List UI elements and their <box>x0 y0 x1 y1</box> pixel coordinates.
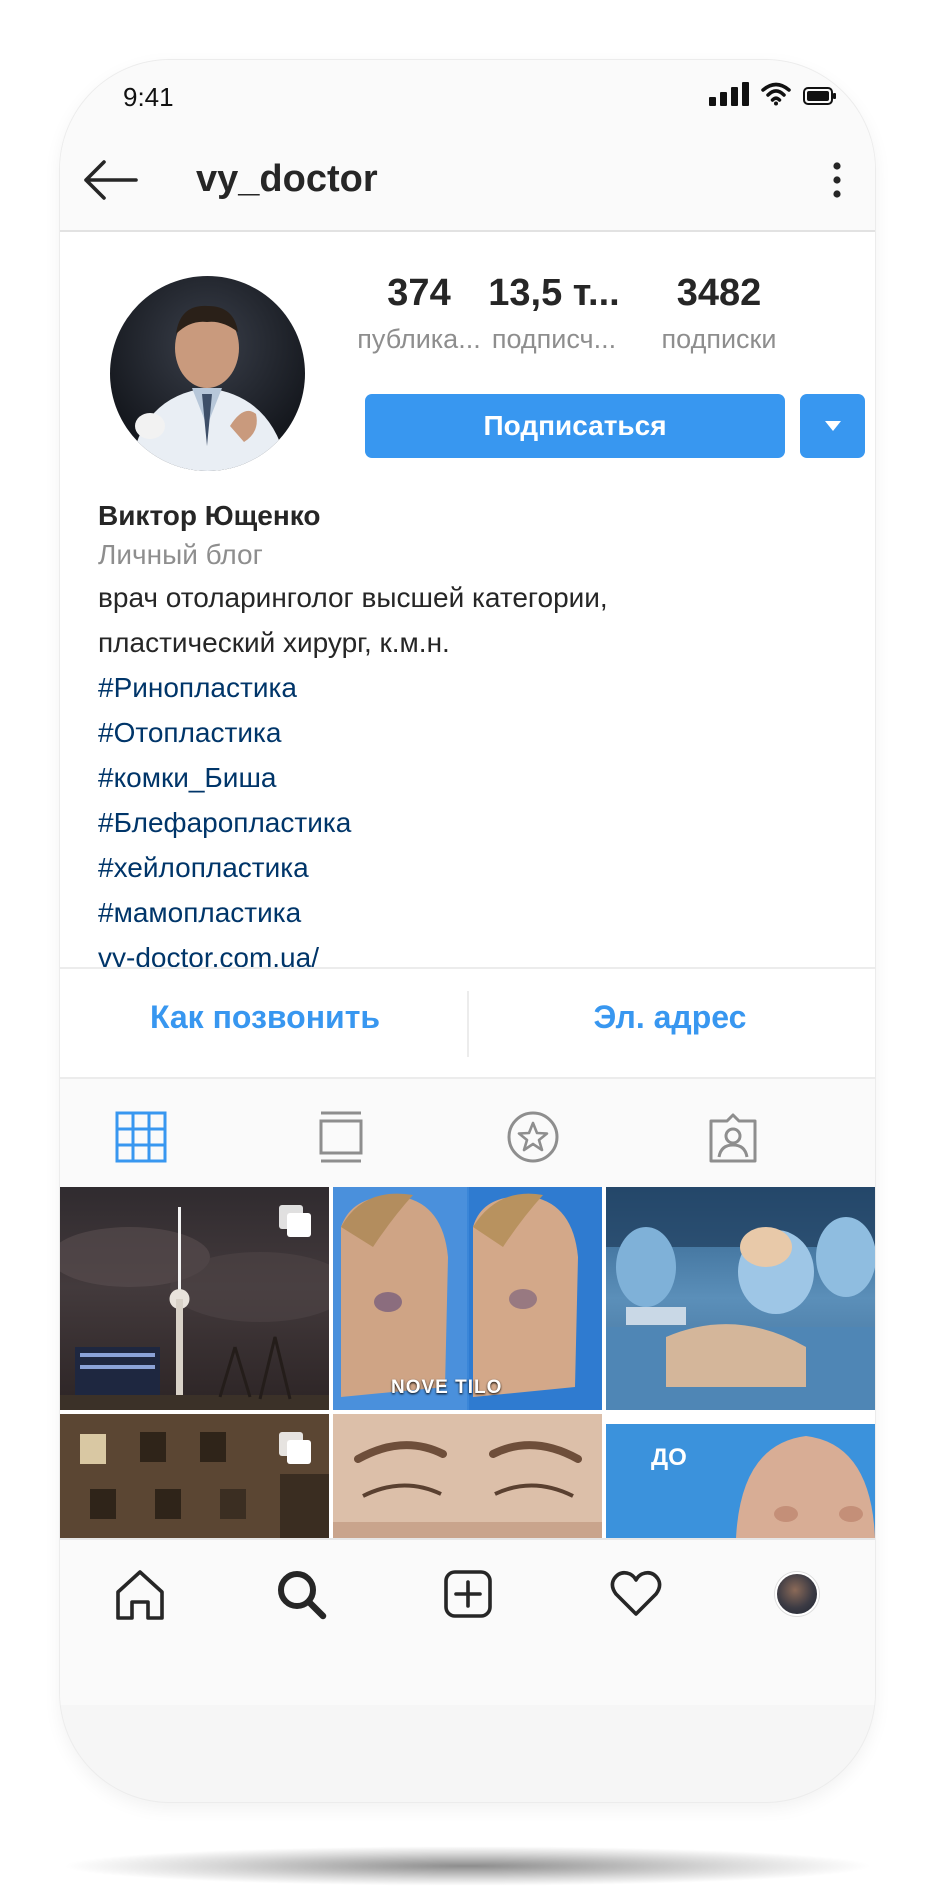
profile-header: vy_doctor <box>60 130 875 232</box>
post-thumbnail[interactable] <box>606 1187 875 1410</box>
follow-button[interactable]: Подписаться <box>365 394 785 458</box>
suggestions-dropdown-button[interactable] <box>800 394 865 458</box>
post-image <box>606 1187 875 1410</box>
post-thumbnail[interactable] <box>60 1414 329 1538</box>
bottom-navigation <box>60 1538 875 1646</box>
bio-category: Личный блог <box>98 539 263 570</box>
profile-section: 374 публика... 13,5 т... подписч... 3482… <box>60 232 875 973</box>
tagged-icon[interactable] <box>705 1109 761 1165</box>
bio-description-line: пластический хирург, к.м.н. <box>98 627 450 658</box>
multiple-photos-icon <box>279 1432 311 1464</box>
feed-icon[interactable] <box>313 1109 369 1165</box>
stat-following-label: подписки <box>661 324 777 354</box>
notch <box>238 60 704 126</box>
multiple-photos-icon <box>279 1205 311 1237</box>
caret-down-icon <box>824 421 841 431</box>
status-bar: 9:41 <box>60 60 875 130</box>
back-arrow-icon[interactable] <box>82 158 140 202</box>
avatar-portrait <box>130 305 288 471</box>
hashtag-link[interactable]: #Отопластика <box>98 710 838 755</box>
post-thumbnail[interactable]: NOVE TILO <box>333 1187 602 1410</box>
bio-name: Виктор Ющенко <box>98 500 321 531</box>
status-time: 9:41 <box>123 82 174 112</box>
home-icon[interactable] <box>112 1566 168 1622</box>
header-username: vy_doctor <box>196 158 378 200</box>
stat-following[interactable]: 3482 подписки <box>644 270 794 356</box>
heart-icon[interactable] <box>608 1566 664 1622</box>
status-icons <box>709 82 837 106</box>
more-options-icon[interactable] <box>831 160 843 200</box>
profile-avatar-nav[interactable] <box>775 1572 819 1616</box>
hashtag-link[interactable]: #Ринопластика <box>98 665 838 710</box>
phone-shadow <box>60 1846 875 1886</box>
battery-icon <box>803 87 836 105</box>
stat-following-count: 3482 <box>676 272 762 314</box>
post-overlay-text: ДО <box>651 1444 687 1471</box>
call-button[interactable]: Как позвонить <box>115 999 415 1036</box>
stat-posts-label: публика... <box>357 324 481 354</box>
profile-bio: Виктор Ющенко Личный блог врач отоларинг… <box>98 497 838 980</box>
profile-avatar[interactable] <box>110 276 305 471</box>
stat-followers-count: 13,5 т... <box>488 272 620 314</box>
profile-stats: 374 публика... 13,5 т... подписч... 3482… <box>354 270 844 360</box>
stat-posts[interactable]: 374 публика... <box>344 270 494 356</box>
hashtag-link[interactable]: #хейлопластика <box>98 845 838 890</box>
hashtag-link[interactable]: #мамопластика <box>98 890 838 935</box>
post-thumbnail[interactable] <box>333 1414 602 1538</box>
posts-grid: NOVE TILO ДО <box>60 1187 875 1538</box>
contact-divider <box>467 991 469 1057</box>
stat-posts-count: 374 <box>387 272 451 314</box>
email-button[interactable]: Эл. адрес <box>510 999 830 1036</box>
stat-followers-label: подписч... <box>491 324 617 354</box>
bio-description-line: врач отоларинголог высшей категории, <box>98 582 608 613</box>
contact-actions: Как позвонить Эл. адрес <box>60 967 875 1079</box>
star-icon[interactable] <box>505 1109 561 1165</box>
signal-icon <box>709 82 749 106</box>
hashtag-link[interactable]: #комки_Биша <box>98 755 838 800</box>
screen: 9:41 vy_doctor 374 публика... 13,5 т... … <box>60 60 875 1705</box>
add-post-icon[interactable] <box>440 1566 496 1622</box>
post-image <box>333 1414 602 1538</box>
stat-followers[interactable]: 13,5 т... подписч... <box>479 270 629 356</box>
post-image <box>606 1414 875 1538</box>
hashtag-link[interactable]: #Блефаропластика <box>98 800 838 845</box>
profile-tabs <box>60 1079 875 1187</box>
post-thumbnail[interactable] <box>60 1187 329 1410</box>
post-thumbnail[interactable]: ДО <box>606 1414 875 1538</box>
post-overlay-text: NOVE TILO <box>391 1377 503 1398</box>
grid-icon[interactable] <box>113 1109 169 1165</box>
wifi-icon <box>761 82 791 106</box>
phone-frame: 9:41 vy_doctor 374 публика... 13,5 т... … <box>60 60 875 1802</box>
search-icon[interactable] <box>273 1566 329 1622</box>
